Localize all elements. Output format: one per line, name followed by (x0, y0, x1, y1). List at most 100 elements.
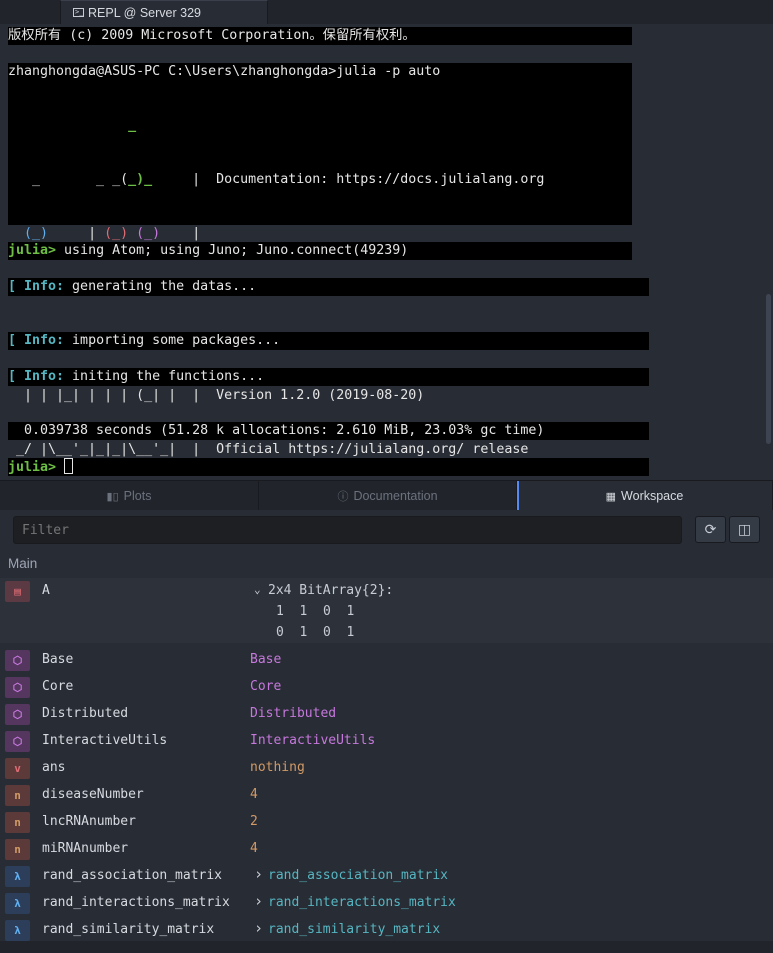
number-icon: n (5, 839, 30, 860)
timing-line: 0.039738 seconds (51.28 k allocations: 2… (8, 422, 649, 440)
var-name: Core (42, 679, 74, 694)
var-name: Distributed (42, 706, 129, 721)
refresh-icon: ⟳ (704, 521, 717, 537)
tab-documentation-label: Documentation (353, 489, 438, 503)
var-value: Base (250, 652, 282, 667)
var-name: miRNAnumber (42, 841, 129, 856)
workspace-row[interactable]: ⬡ Core Core (0, 674, 773, 701)
workspace-panel: ⟳ ◫ Main ▤ A ⌄ 2x4 BitArray{2}: 1 1 0 1 … (0, 510, 773, 953)
array-type: 2x4 BitArray{2}: (268, 583, 394, 598)
workspace-row[interactable]: λ rand_similarity_matrix › rand_similarity_… (0, 917, 773, 944)
terminal-scrollbar[interactable] (766, 294, 771, 444)
bar-chart-icon: ▮▯ (106, 490, 119, 503)
var-value[interactable]: rand_interactions_matrix (268, 895, 456, 910)
chevron-right-icon[interactable]: › (254, 892, 263, 910)
workspace-row[interactable]: v ans nothing (0, 755, 773, 782)
banner-line: (_) | (_) (_) | (24, 226, 201, 241)
document-icon: ▤ (5, 581, 30, 602)
banner-line: _/ |\__'_|_|_|\__'_| | Official https://… (8, 442, 529, 457)
var-name: rand_interactions_matrix (42, 895, 230, 910)
var-value: nothing (250, 760, 305, 775)
table-icon: ▦ (605, 490, 617, 503)
tab-repl[interactable]: >_ REPL @ Server 329 (60, 0, 268, 24)
tab-title: REPL @ Server 329 (88, 5, 201, 20)
var-value[interactable]: rand_association_matrix (268, 868, 448, 883)
tab-plots-label: Plots (123, 489, 152, 503)
chevron-right-icon[interactable]: › (254, 865, 263, 883)
var-value[interactable]: rand_similarity_matrix (268, 922, 440, 937)
info-line: [ Info: importing some packages... (8, 332, 649, 350)
info-text: importing some packages... (64, 333, 281, 348)
var-name: A (42, 583, 50, 598)
cube-icon: ⬡ (5, 650, 30, 671)
julia-banner: _ _ _ _(_)_ | Documentation: https://doc… (8, 81, 632, 511)
info-label: Info: (24, 333, 65, 348)
array-row: 0 1 0 1 (276, 625, 355, 640)
lambda-icon: λ (5, 866, 30, 887)
var-name: Base (42, 652, 74, 667)
banner-line: | | |_| | | | (_| | | Version 1.2.0 (201… (8, 388, 425, 403)
info-text: initing the functions... (64, 369, 265, 384)
number-icon: n (5, 812, 30, 833)
var-value: 2 (250, 814, 258, 829)
var-name: ans (42, 760, 66, 775)
workspace-row[interactable]: ⬡ Base Base (0, 647, 773, 674)
workspace-row[interactable]: n lncRNAnumber 2 (0, 809, 773, 836)
var-name: lncRNAnumber (42, 814, 136, 829)
julia-prompt: julia> (8, 460, 57, 475)
info-bracket: [ (8, 369, 25, 384)
workspace-row[interactable]: ⬡ Distributed Distributed (0, 701, 773, 728)
status-strip (0, 941, 773, 953)
var-value: InteractiveUtils (250, 733, 376, 748)
copyright-line: 版权所有 (c) 2009 Microsoft Corporation。保留所有… (8, 27, 632, 45)
text-cursor (64, 458, 74, 474)
command-line: zhanghongda@ASUS-PC C:\Users\zhanghongda… (8, 63, 632, 81)
tab-workspace-label: Workspace (621, 489, 684, 503)
workspace-row[interactable]: ▤ A ⌄ 2x4 BitArray{2}: 1 1 0 1 0 1 0 1 (0, 578, 773, 643)
var-value: Core (250, 679, 282, 694)
cube-icon: ⬡ (5, 677, 30, 698)
var-name: rand_similarity_matrix (42, 922, 215, 937)
tab-plots[interactable]: ▮▯ Plots (0, 481, 259, 511)
banner-line: _ (8, 118, 137, 133)
var-name: rand_association_matrix (42, 868, 223, 883)
workspace-row[interactable]: λ rand_association_matrix › rand_associatio… (0, 863, 773, 890)
filter-input[interactable] (13, 516, 682, 544)
info-text: generating the datas... (64, 279, 257, 294)
cube-icon: ◫ (737, 521, 752, 537)
lambda-icon: λ (5, 920, 30, 941)
module-button[interactable]: ◫ (729, 516, 760, 543)
info-label: Info: (24, 279, 65, 294)
tab-documentation[interactable]: ⓘ Documentation (259, 481, 517, 511)
variable-icon: v (5, 758, 30, 779)
terminal-icon: >_ (73, 8, 84, 17)
julia-prompt: julia> (8, 243, 57, 258)
refresh-button[interactable]: ⟳ (695, 516, 726, 543)
workspace-row[interactable]: λ rand_interactions_matrix › rand_interacti… (0, 890, 773, 917)
var-value: Distributed (250, 706, 337, 721)
chevron-down-icon[interactable]: ⌄ (254, 583, 261, 596)
var-value: 4 (250, 787, 258, 802)
cube-icon: ⬡ (5, 704, 30, 725)
panel-tabs: ▮▯ Plots ⓘ Documentation ▦ Workspace (0, 480, 773, 511)
repl-terminal[interactable]: 版权所有 (c) 2009 Microsoft Corporation。保留所有… (0, 24, 773, 511)
using-command: using Atom; using Juno; Juno.connect(492… (56, 243, 409, 258)
lambda-icon: λ (5, 893, 30, 914)
info-line: [ Info: generating the datas... (8, 278, 649, 296)
info-icon: ⓘ (337, 491, 349, 503)
banner-line: _ _ _(_)_ | Documentation: https://docs.… (8, 172, 545, 187)
number-icon: n (5, 785, 30, 806)
workspace-row[interactable]: n diseaseNumber 4 (0, 782, 773, 809)
tab-workspace[interactable]: ▦ Workspace (517, 481, 773, 511)
info-bracket: [ (8, 279, 25, 294)
info-bracket: [ (8, 333, 25, 348)
info-label: Info: (24, 369, 65, 384)
cube-icon: ⬡ (5, 731, 30, 752)
chevron-right-icon[interactable]: › (254, 919, 263, 937)
info-line: [ Info: initing the functions... (8, 368, 649, 386)
workspace-row[interactable]: n miRNAnumber 4 (0, 836, 773, 863)
var-value: 4 (250, 841, 258, 856)
workspace-row[interactable]: ⬡ InteractiveUtils InteractiveUtils (0, 728, 773, 755)
tab-bar: >_ REPL @ Server 329 (0, 0, 773, 24)
input-line[interactable]: julia> (8, 458, 649, 476)
